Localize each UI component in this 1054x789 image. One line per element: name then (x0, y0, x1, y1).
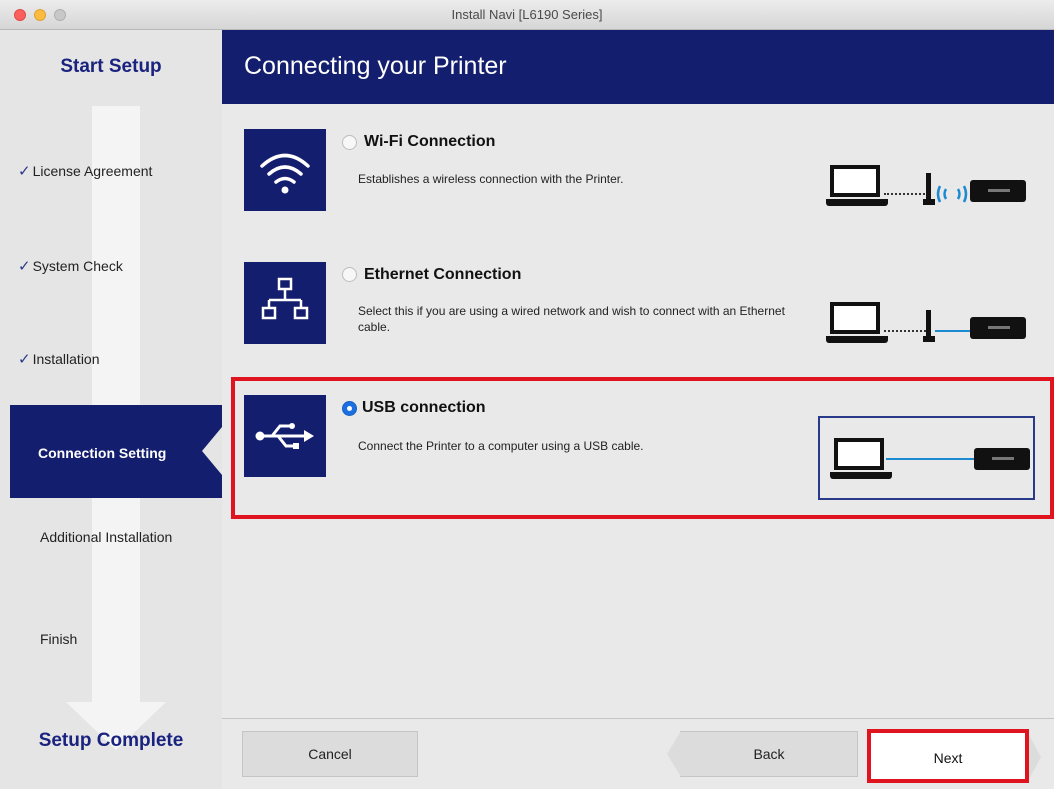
step-label: Connection Setting (38, 445, 167, 461)
check-icon: ✓ (18, 163, 31, 180)
option-description: Establishes a wireless connection with t… (358, 172, 624, 186)
step-system-check: ✓ System Check (18, 257, 123, 275)
printer-icon (974, 448, 1030, 470)
usb-icon (244, 395, 326, 477)
cancel-button[interactable]: Cancel (242, 731, 418, 777)
setup-progress-sidebar: Start Setup ✓ License Agreement ✓ System C… (0, 30, 222, 789)
footer-divider (222, 718, 1054, 719)
wireless-signal-icon (936, 185, 968, 203)
option-title: USB connection (362, 399, 486, 416)
step-finish: Finish (40, 631, 78, 647)
step-additional-installation: Additional Installation (40, 529, 173, 545)
step-label: License Agreement (32, 163, 153, 179)
active-step-pointer (202, 427, 222, 475)
next-arrow-icon (1029, 735, 1041, 779)
start-setup-heading: Start Setup (60, 56, 162, 77)
usb-radio[interactable] (342, 401, 357, 416)
option-title: Wi-Fi Connection (364, 133, 496, 150)
step-connection-setting: Connection Setting (10, 405, 222, 498)
option-description: Select this if you are using a wired net… (358, 304, 785, 334)
ethernet-radio[interactable] (342, 267, 357, 282)
title-bar: Install Navi [L6190 Series] (0, 0, 1054, 30)
back-button-label: Back (753, 746, 785, 762)
wifi-icon (244, 129, 326, 211)
wifi-radio[interactable] (342, 135, 357, 150)
laptop-icon (830, 302, 880, 334)
option-title: Ethernet Connection (364, 266, 522, 283)
page-title: Connecting your Printer (244, 52, 507, 80)
usb-connection-diagram (818, 416, 1035, 500)
setup-complete-heading: Setup Complete (38, 730, 184, 751)
ethernet-icon (244, 262, 326, 344)
step-license-agreement: ✓ License Agreement (18, 162, 152, 180)
page-header: Connecting your Printer (222, 30, 1054, 104)
laptop-icon (830, 165, 880, 197)
ethernet-connection-diagram (826, 300, 1026, 360)
laptop-icon (834, 438, 884, 470)
check-icon: ✓ (18, 351, 31, 368)
back-button[interactable]: Back (667, 731, 858, 777)
step-installation: ✓ Installation (18, 350, 100, 368)
router-icon (926, 310, 931, 338)
window-title: Install Navi [L6190 Series] (451, 7, 603, 22)
main-panel: Connecting your Printer Wi-Fi Connection… (222, 30, 1054, 789)
check-icon: ✓ (18, 258, 31, 275)
printer-icon (970, 317, 1026, 339)
step-label: Installation (32, 351, 100, 367)
option-description: Connect the Printer to a computer using … (358, 439, 644, 453)
printer-icon (970, 180, 1026, 202)
next-button[interactable]: Next (867, 729, 1029, 783)
wifi-connection-diagram (826, 163, 1026, 223)
router-icon (926, 173, 931, 201)
step-label: System Check (32, 258, 123, 274)
